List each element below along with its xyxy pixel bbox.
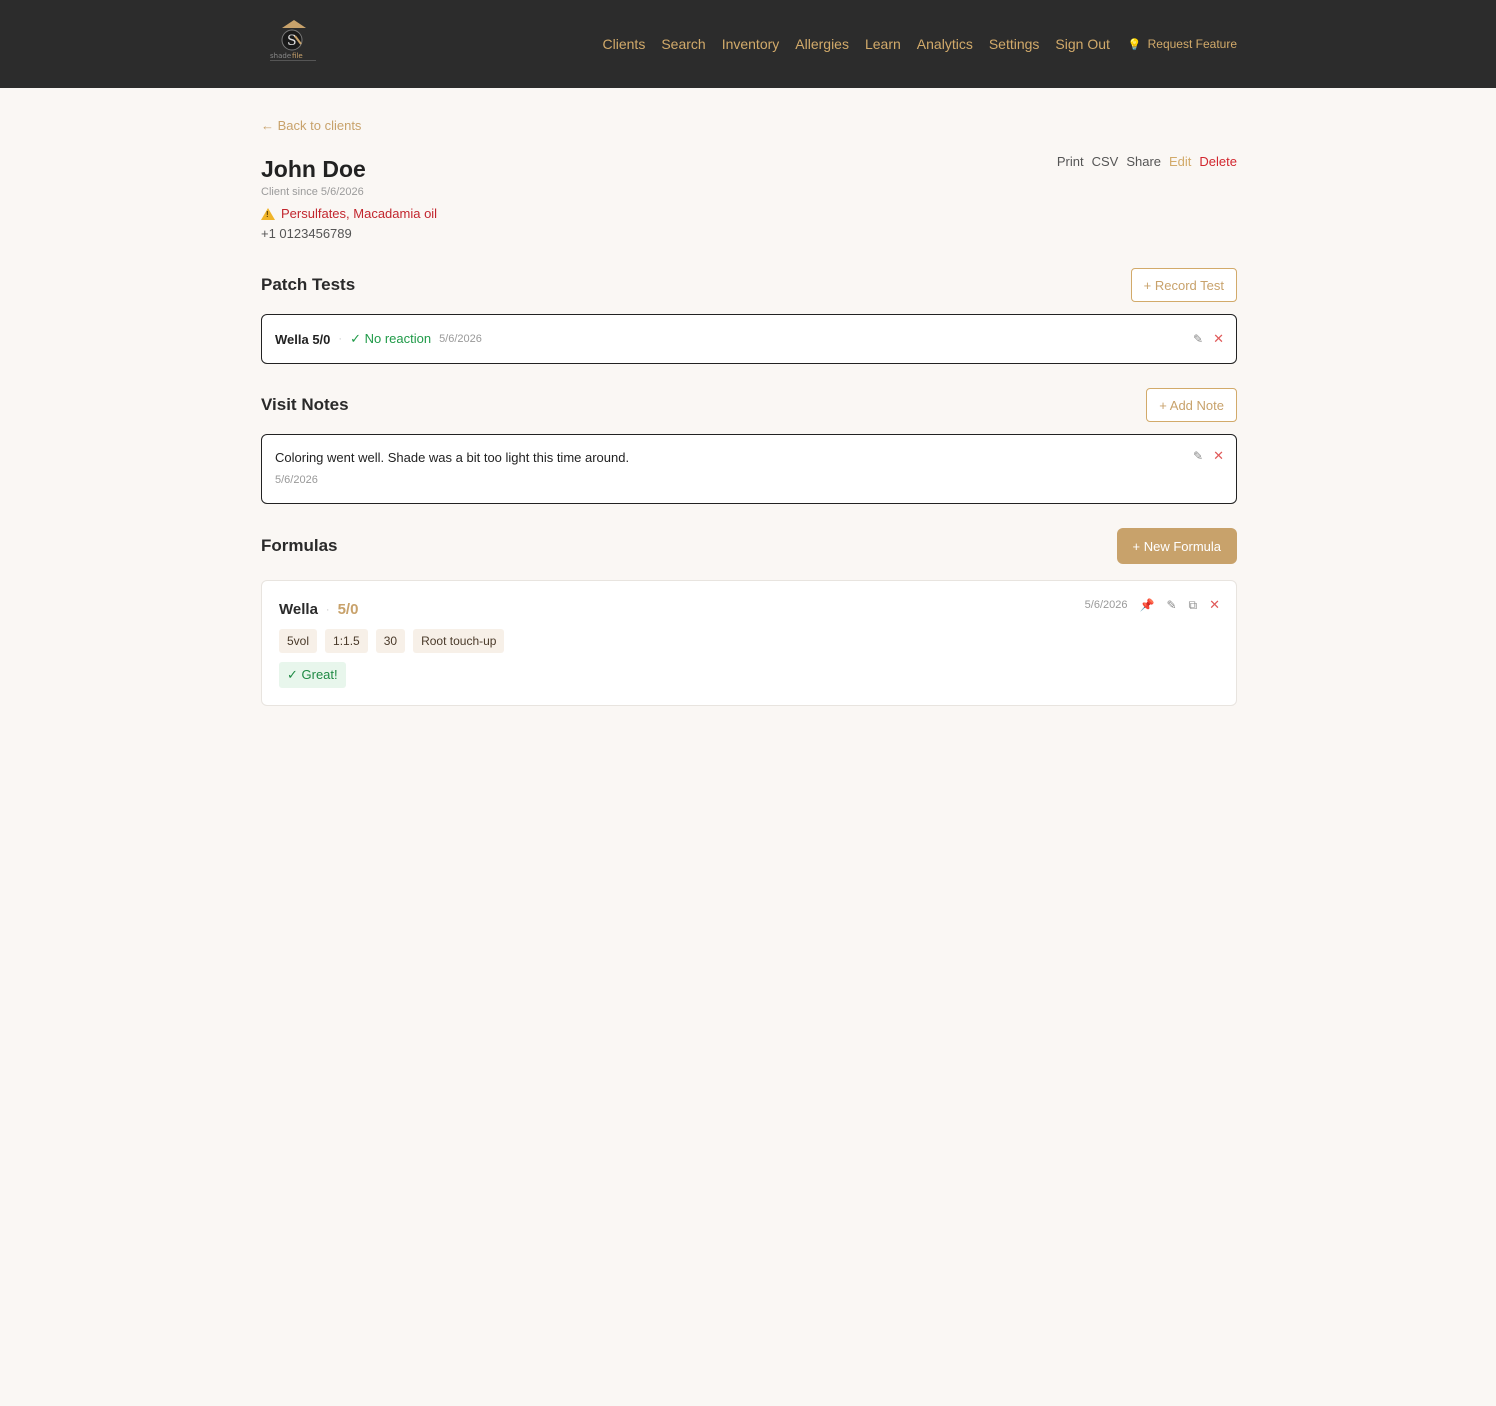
formula-chips: 5vol 1:1.5 30 Root touch-up (279, 629, 505, 653)
service-chip: Root touch-up (413, 629, 505, 653)
nav-settings[interactable]: Settings (989, 36, 1040, 52)
client-since: Client since 5/6/2026 (261, 186, 364, 198)
nav-allergies[interactable]: Allergies (795, 36, 849, 52)
warning-icon (261, 207, 275, 220)
patch-test-product: Wella 5/0 (275, 331, 331, 347)
nav-learn[interactable]: Learn (865, 36, 901, 52)
edit-client-link[interactable]: Edit (1169, 154, 1191, 169)
add-note-button[interactable]: + Add Note (1146, 388, 1237, 422)
nav-clients[interactable]: Clients (603, 36, 646, 52)
client-phone: +1 0123456789 (261, 226, 352, 241)
visit-notes-title: Visit Notes (261, 395, 349, 414)
print-link[interactable]: Print (1057, 154, 1084, 169)
shadefile-logo[interactable]: S shade file (268, 18, 320, 64)
svg-text:S: S (287, 33, 297, 49)
nav-search[interactable]: Search (661, 36, 705, 52)
formula-brand: Wella (279, 601, 318, 618)
delete-x-icon[interactable]: ✕ (1213, 448, 1224, 464)
nav-analytics[interactable]: Analytics (917, 36, 973, 52)
separator-dot: · (325, 603, 330, 616)
request-feature-label: Request Feature (1147, 37, 1237, 51)
allergy-list: Persulfates, Macadamia oil (281, 206, 438, 221)
edit-pencil-icon[interactable]: ✎ (1166, 598, 1176, 612)
visit-note-date: 5/6/2026 (275, 474, 318, 486)
edit-pencil-icon[interactable]: ✎ (1193, 332, 1203, 346)
lightbulb-icon: 💡 (1127, 38, 1142, 51)
csv-link[interactable]: CSV (1092, 154, 1119, 169)
formula-date: 5/6/2026 (1084, 599, 1128, 611)
delete-x-icon[interactable]: ✕ (1213, 331, 1224, 347)
visit-note-text: Coloring went well. Shade was a bit too … (275, 450, 630, 465)
formula-heading: Wella · 5/0 (279, 601, 358, 618)
duplicate-icon[interactable]: ⧉ (1189, 598, 1198, 613)
nav-sign-out[interactable]: Sign Out (1055, 36, 1109, 52)
edit-pencil-icon[interactable]: ✎ (1193, 449, 1203, 463)
request-feature-link[interactable]: 💡 Request Feature (1128, 37, 1237, 51)
delete-x-icon[interactable]: ✕ (1209, 597, 1220, 613)
patch-test-date: 5/6/2026 (439, 333, 482, 345)
svg-text:file: file (292, 52, 303, 60)
svg-text:shade: shade (270, 52, 291, 60)
delete-client-link[interactable]: Delete (1199, 154, 1237, 169)
pin-icon[interactable]: 📌 (1140, 598, 1155, 612)
new-formula-button[interactable]: + New Formula (1116, 528, 1237, 564)
formula-shade: 5/0 (337, 601, 359, 618)
top-navbar: S shade file Clients Search Inventory Al… (0, 0, 1496, 88)
patch-test-result: ✓ No reaction (350, 331, 432, 346)
patch-test-item: Wella 5/0 · ✓ No reaction 5/6/2026 ✎ ✕ (261, 314, 1237, 364)
share-link[interactable]: Share (1126, 154, 1161, 169)
formula-card: Wella · 5/0 5/6/2026 📌 ✎ ⧉ ✕ 5vol 1:1.5 … (261, 580, 1237, 706)
nav-inventory[interactable]: Inventory (722, 36, 780, 52)
developer-chip: 5vol (279, 629, 318, 653)
formula-result-badge: ✓ Great! (279, 662, 346, 688)
formula-actions: 5/6/2026 📌 ✎ ⧉ ✕ (1085, 597, 1220, 613)
allergy-warning: Persulfates, Macadamia oil (261, 206, 437, 221)
record-test-button[interactable]: + Record Test (1130, 268, 1237, 302)
back-to-clients-link[interactable]: ← Back to clients (261, 118, 361, 133)
client-name: John Doe (261, 156, 366, 182)
patch-tests-title: Patch Tests (261, 275, 356, 294)
main-nav: Clients Search Inventory Allergies Learn… (603, 0, 1237, 88)
ratio-chip: 1:1.5 (325, 629, 368, 653)
time-chip: 30 (375, 629, 406, 653)
visit-note-item: Coloring went well. Shade was a bit too … (261, 434, 1237, 504)
formulas-title: Formulas (261, 536, 338, 555)
separator-dot: · (338, 333, 343, 345)
client-actions: Print CSV Share Edit Delete (1057, 154, 1237, 169)
